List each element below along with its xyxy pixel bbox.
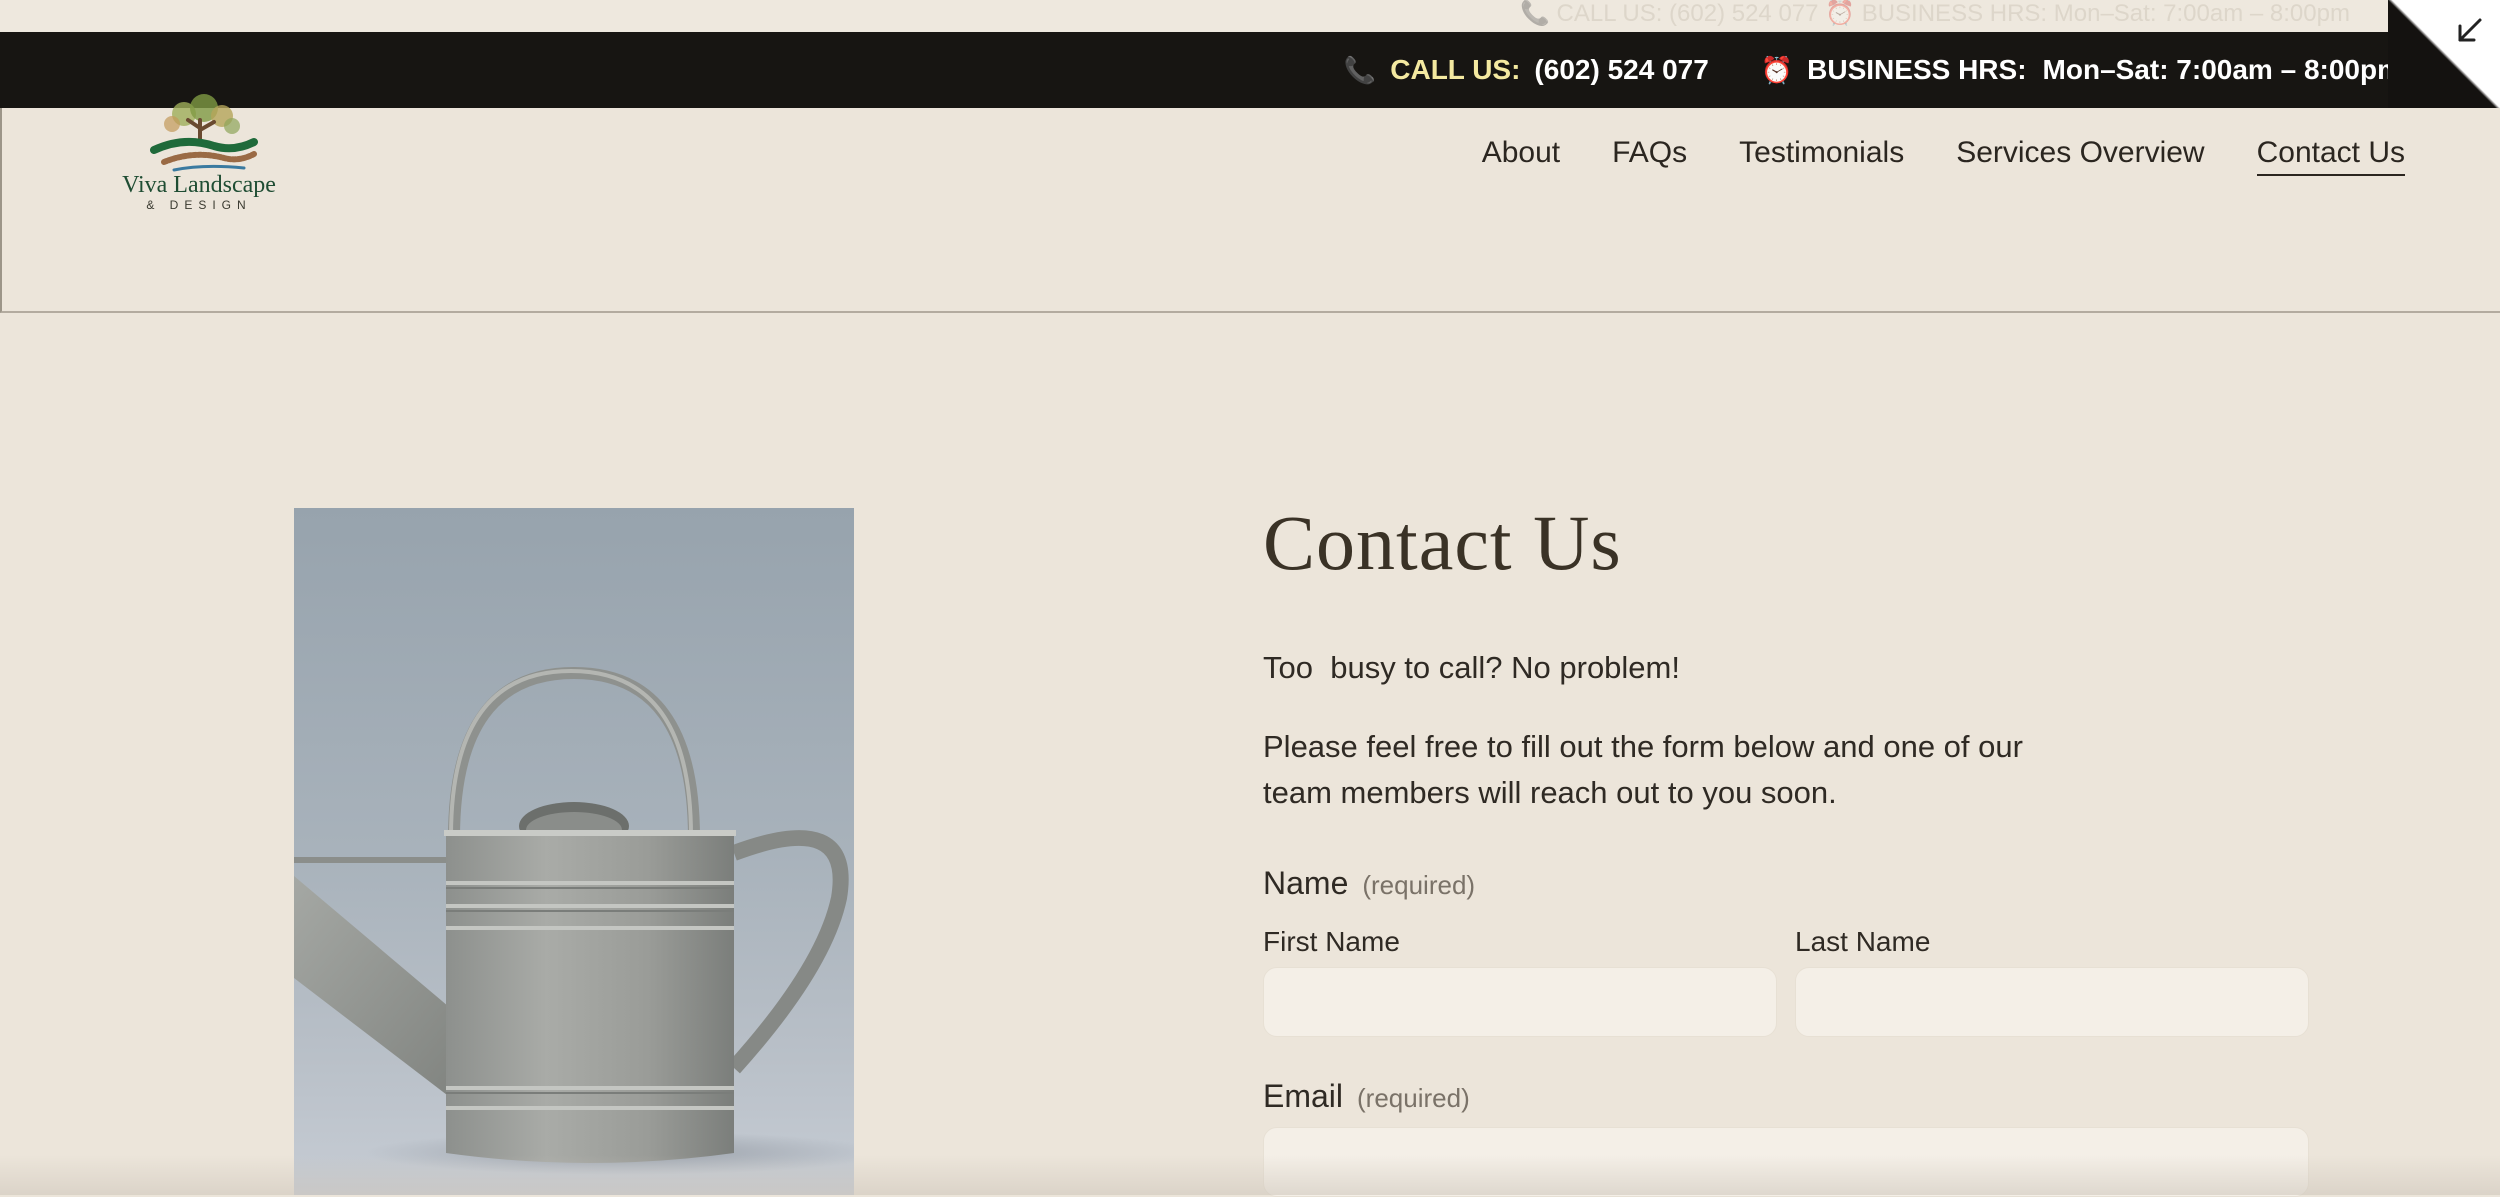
intro-text: Too busy to call? No problem! (1263, 650, 1680, 685)
last-name-input[interactable] (1795, 967, 2309, 1037)
nav-faqs[interactable]: FAQs (1612, 136, 1687, 176)
site-logo[interactable]: Viva Landscape & DESIGN (114, 84, 284, 224)
nav-testimonials[interactable]: Testimonials (1739, 136, 1904, 176)
email-input[interactable] (1263, 1127, 2309, 1197)
call-us-label: CALL US: (1390, 54, 1521, 85)
intro-body-text: Please feel free to fill out the form be… (1263, 729, 2023, 810)
logo-tagline: & DESIGN (146, 198, 252, 212)
email-label: Email (1263, 1078, 1344, 1114)
email-field-label: Email (required) (1263, 1078, 1470, 1115)
site-header: Viva Landscape & DESIGN About FAQs Testi… (0, 94, 2500, 313)
main-nav: About FAQs Testimonials Services Overvie… (1482, 136, 2405, 176)
first-name-label: First Name (1263, 926, 1400, 957)
email-required-note: (required) (1357, 1083, 1470, 1113)
name-required-note: (required) (1362, 870, 1476, 900)
last-name-label: Last Name (1795, 926, 1931, 957)
corner-collapse-tab[interactable] (2388, 0, 2500, 108)
contact-section: Contact Us Too busy to call? No problem!… (1263, 498, 2313, 1197)
name-label: Name (1263, 865, 1349, 901)
logo-name: Viva Landscape (122, 172, 276, 198)
name-field-label: Name (required) (1263, 865, 1475, 902)
phone-icon: 📞 (1343, 54, 1377, 85)
nav-contact-us[interactable]: Contact Us (2256, 136, 2405, 176)
arrow-down-left-icon[interactable] (2452, 14, 2486, 48)
page-title: Contact Us (1263, 499, 1622, 586)
top-info-content: 📞 CALL US: (602) 524 077 ⏰ BUSINESS HRS:… (1344, 32, 2402, 108)
alarm-clock-icon: ⏰ (1760, 54, 1794, 85)
phone-number-link[interactable]: (602) 524 077 (1534, 54, 1708, 86)
top-info-bar: 📞 CALL US: (602) 524 077 ⏰ BUSINESS HRS:… (0, 32, 2500, 108)
watering-can-image (294, 508, 854, 1195)
ghost-topbar-text: 📞 CALL US: (602) 524 077 ⏰ BUSINESS HRS:… (1520, 0, 2350, 27)
ghost-strip: 📞 CALL US: (602) 524 077 ⏰ BUSINESS HRS:… (0, 0, 2500, 32)
business-hours-label: BUSINESS HRS: (1807, 54, 2027, 85)
tree-logo-icon (150, 94, 258, 172)
first-name-input[interactable] (1263, 967, 1777, 1037)
watering-can-illustration (294, 666, 854, 1175)
business-hours-value: Mon–Sat: 7:00am – 8:00pm (2042, 54, 2402, 85)
nav-about[interactable]: About (1482, 136, 1560, 176)
nav-services-overview[interactable]: Services Overview (1956, 136, 2204, 176)
